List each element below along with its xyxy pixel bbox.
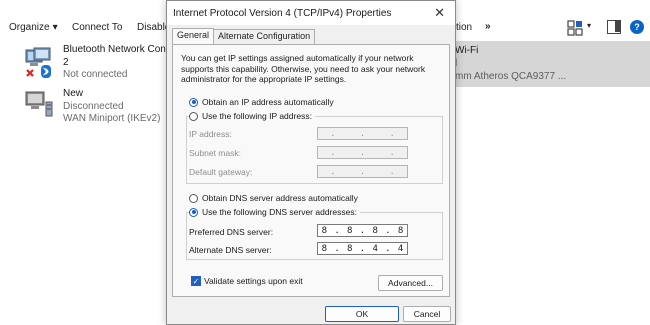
cancel-button[interactable]: Cancel bbox=[403, 306, 451, 322]
obtain-dns-auto-label: Obtain DNS server address automatically bbox=[202, 193, 358, 203]
use-following-dns-label: Use the following DNS server addresses: bbox=[202, 207, 357, 217]
tab-alternate-configuration[interactable]: Alternate Configuration bbox=[213, 29, 316, 44]
octet-separator: . bbox=[334, 243, 340, 254]
intro-text: You can get IP settings assigned automat… bbox=[181, 53, 426, 84]
validate-settings-label: Validate settings upon exit bbox=[204, 276, 303, 286]
checkmark-icon: ✓ bbox=[191, 276, 201, 286]
octet-separator: . bbox=[360, 167, 365, 176]
subnet-mask-field: . . . bbox=[317, 146, 408, 159]
advanced-button[interactable]: Advanced... bbox=[378, 275, 443, 291]
adapter-name: New bbox=[63, 88, 84, 99]
obtain-ip-auto-label: Obtain an IP address automatically bbox=[202, 97, 334, 107]
tab-general[interactable]: General bbox=[172, 28, 215, 45]
adapter-name: Wi-Fi bbox=[455, 45, 479, 56]
view-chevron-icon[interactable]: ▾ bbox=[587, 21, 591, 30]
validate-settings-checkbox[interactable]: ✓ Validate settings upon exit bbox=[191, 276, 303, 286]
obtain-dns-auto-radio[interactable]: Obtain DNS server address automatically bbox=[189, 193, 358, 203]
octet-separator: . bbox=[334, 225, 340, 236]
octet-separator: . bbox=[330, 129, 336, 138]
octet-separator: . bbox=[360, 129, 365, 138]
ok-button[interactable]: OK bbox=[325, 306, 399, 322]
octet-separator: . bbox=[389, 167, 395, 176]
adapter-status: Disconnected bbox=[63, 100, 124, 112]
preferred-dns-label: Preferred DNS server: bbox=[189, 227, 274, 237]
organize-label: Organize bbox=[9, 22, 50, 33]
organize-menu[interactable]: Organize ▾ bbox=[9, 22, 58, 33]
dns-octet: 4 bbox=[372, 243, 378, 254]
ip-address-field: . . . bbox=[317, 127, 408, 140]
dns-octet: 8 bbox=[347, 243, 353, 254]
use-following-ip-radio[interactable]: Use the following IP address: bbox=[189, 111, 315, 121]
general-panel: You can get IP settings assigned automat… bbox=[172, 44, 450, 297]
ip-address-label: IP address: bbox=[189, 129, 232, 139]
tab-strip: General Alternate Configuration bbox=[172, 28, 316, 45]
ipv4-properties-dialog: Internet Protocol Version 4 (TCP/IPv4) P… bbox=[166, 0, 456, 325]
radio-unselected-icon bbox=[189, 111, 198, 121]
use-following-dns-radio[interactable]: Use the following DNS server addresses: bbox=[189, 207, 360, 217]
octet-separator: . bbox=[360, 148, 365, 157]
dns-octet: 8 bbox=[372, 225, 378, 236]
dialog-titlebar[interactable]: Internet Protocol Version 4 (TCP/IPv4) P… bbox=[167, 1, 455, 25]
alternate-dns-field[interactable]: 8 . 8 . 4 . 4 bbox=[317, 242, 408, 255]
octet-separator: . bbox=[385, 243, 391, 254]
octet-separator: . bbox=[389, 129, 395, 138]
octet-separator: . bbox=[389, 148, 395, 157]
radio-unselected-icon bbox=[189, 193, 198, 203]
dns-octet: 8 bbox=[321, 243, 328, 254]
adapter-new[interactable]: New Disconnected WAN Miniport (IKEv2) bbox=[63, 88, 160, 126]
adapter-status: l bbox=[455, 58, 458, 69]
close-icon[interactable]: ✕ bbox=[434, 5, 445, 21]
connect-to-label: Connect To bbox=[72, 22, 123, 33]
octet-separator: . bbox=[359, 225, 366, 236]
preview-pane-icon[interactable] bbox=[607, 20, 621, 34]
adapter-wifi[interactable]: Wi-Fi l mm Atheros QCA9377 ... bbox=[455, 44, 566, 83]
help-icon[interactable]: ? bbox=[630, 20, 644, 34]
subnet-mask-label: Subnet mask: bbox=[189, 148, 241, 158]
dns-octet: 8 bbox=[347, 225, 353, 236]
adapter-device: WAN Miniport (IKEv2) bbox=[63, 113, 161, 124]
chevron-down-icon: ▾ bbox=[52, 22, 58, 33]
more-commands-button[interactable]: » bbox=[485, 21, 491, 32]
adapter-status: Not connected bbox=[63, 69, 128, 80]
use-following-ip-label: Use the following IP address: bbox=[202, 111, 312, 121]
adapter-name-suffix: 2 bbox=[63, 56, 69, 68]
network-adapter-icon[interactable] bbox=[24, 88, 56, 120]
dialog-title: Internet Protocol Version 4 (TCP/IPv4) P… bbox=[173, 7, 392, 19]
connect-to-button[interactable]: Connect To bbox=[72, 22, 122, 33]
octet-separator: . bbox=[330, 167, 336, 176]
alternate-dns-label: Alternate DNS server: bbox=[189, 245, 272, 255]
octet-separator: . bbox=[359, 243, 366, 254]
adapter-bluetooth[interactable]: Bluetooth Network Connec 2 Not connected bbox=[63, 44, 182, 82]
default-gateway-field: . . . bbox=[317, 165, 408, 178]
adapter-device: mm Atheros QCA9377 ... bbox=[455, 71, 567, 82]
adapter-name: Bluetooth Network Connec bbox=[63, 44, 182, 55]
network-adapter-icon[interactable] bbox=[24, 46, 56, 78]
radio-selected-icon bbox=[189, 207, 198, 217]
radio-selected-icon bbox=[189, 97, 198, 107]
dns-octet: 4 bbox=[397, 243, 404, 254]
view-icon[interactable] bbox=[567, 20, 583, 36]
octet-separator: . bbox=[385, 225, 391, 236]
octet-separator: . bbox=[330, 148, 336, 157]
dns-octet: 8 bbox=[397, 225, 404, 236]
default-gateway-label: Default gateway: bbox=[189, 167, 253, 177]
preferred-dns-field[interactable]: 8 . 8 . 8 . 8 bbox=[317, 224, 408, 237]
obtain-ip-auto-radio[interactable]: Obtain an IP address automatically bbox=[189, 97, 334, 107]
dns-octet: 8 bbox=[321, 225, 328, 236]
